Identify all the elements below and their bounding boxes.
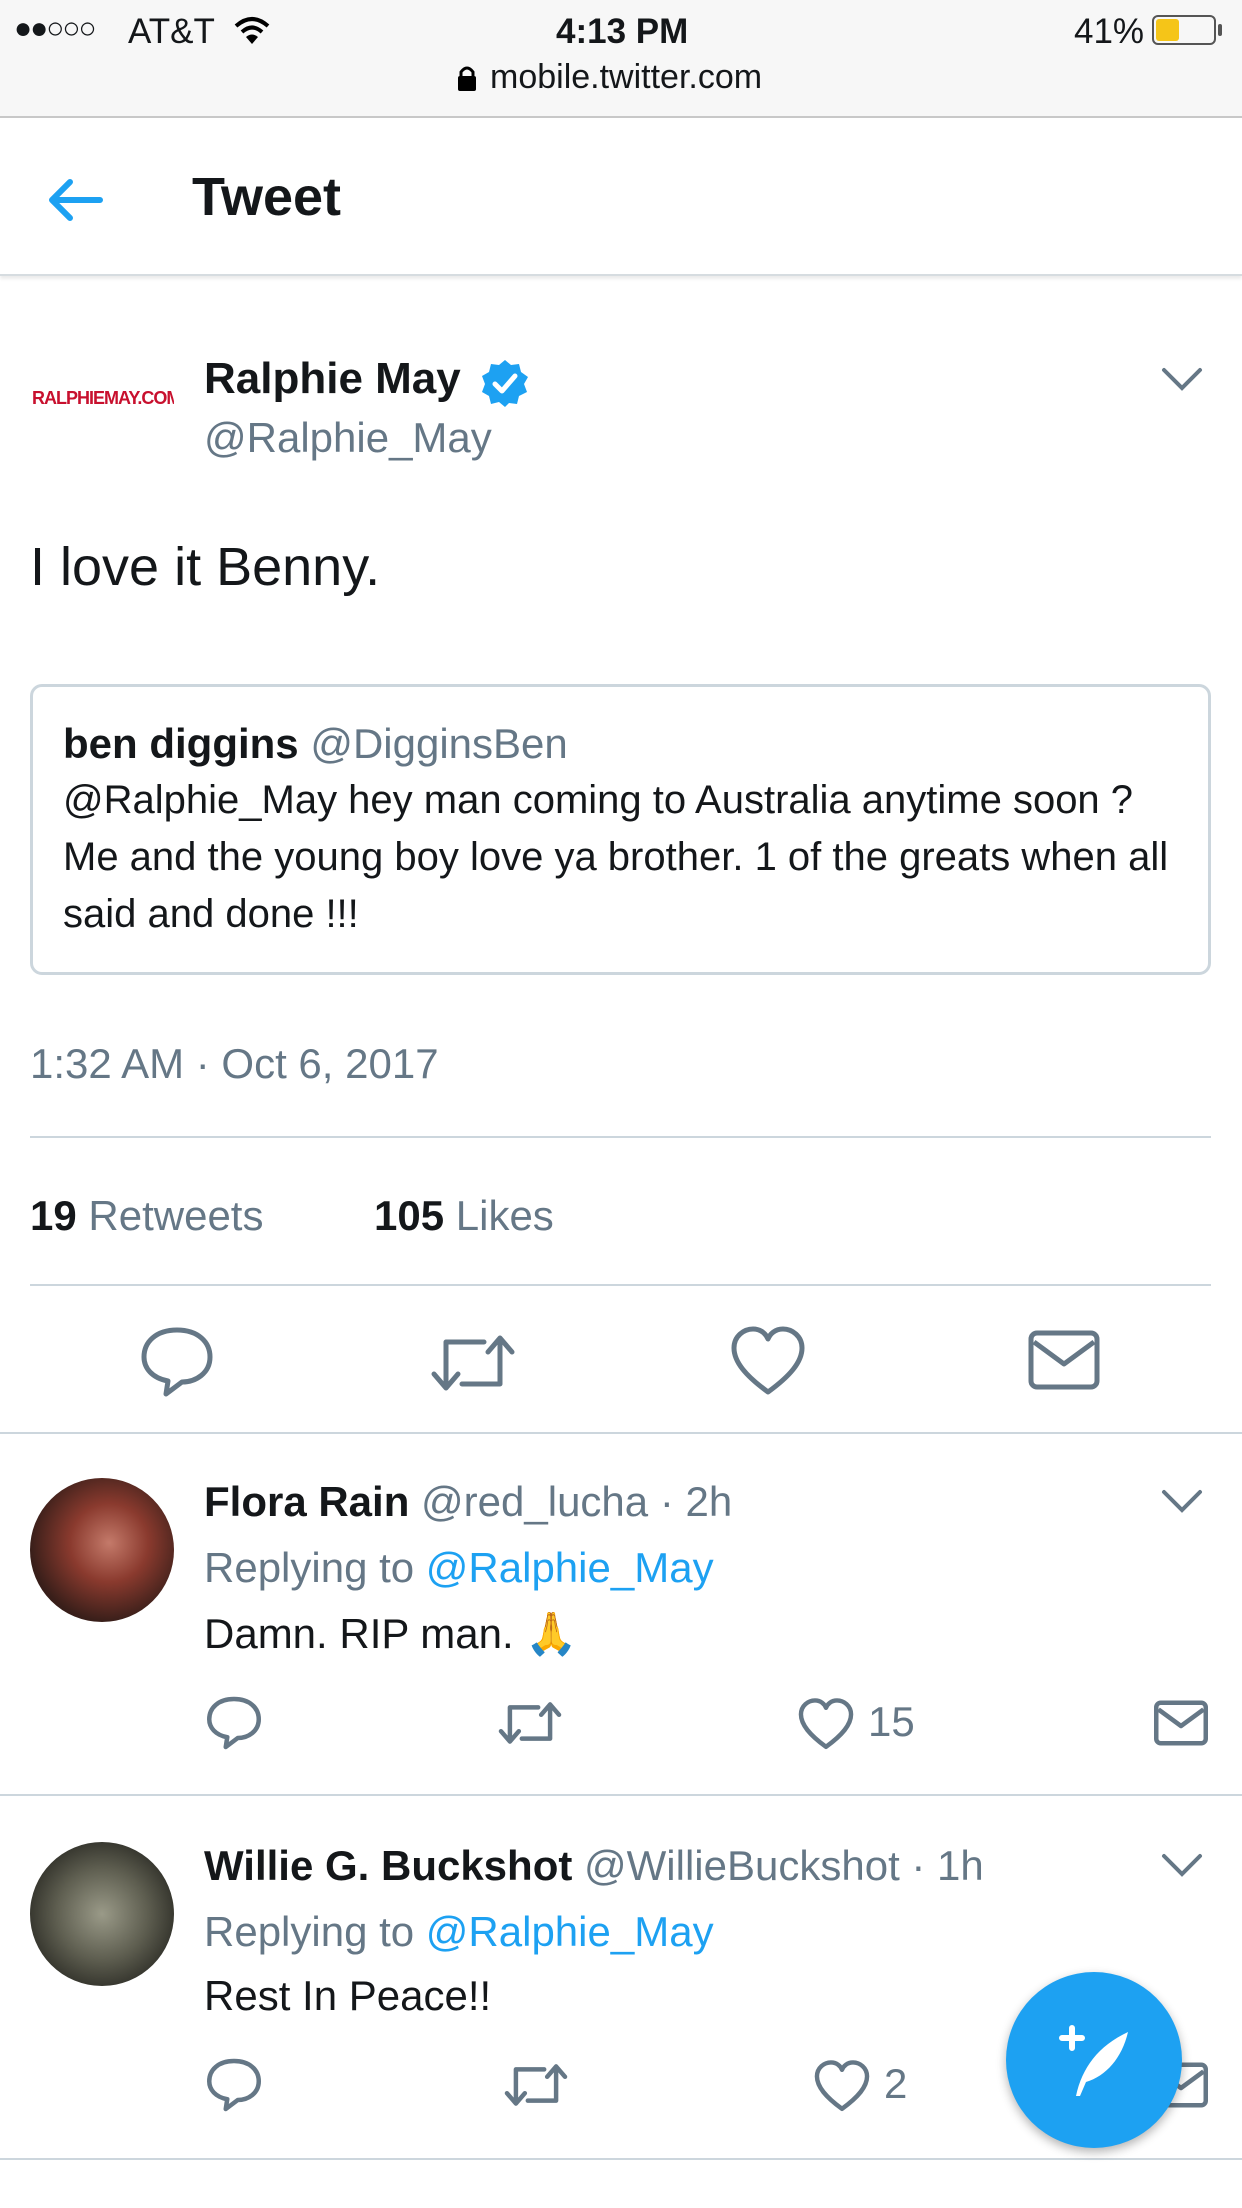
retweet-icon[interactable]	[498, 1698, 562, 1748]
likes-count: 105	[374, 1192, 445, 1239]
divider	[0, 1432, 1242, 1434]
replying-to: Replying to @Ralphie_May	[204, 1544, 714, 1592]
battery-percent: 41%	[1074, 12, 1145, 51]
battery-icon	[1152, 15, 1216, 45]
divider	[0, 2158, 1242, 2160]
compose-tweet-button[interactable]	[1006, 1972, 1182, 2148]
retweets-label: Retweets	[88, 1192, 264, 1239]
quoted-author-name: ben diggins	[63, 720, 299, 767]
retweets-count: 19	[30, 1192, 77, 1239]
reply-header: Willie G. Buckshot @WillieBuckshot · 1h	[204, 1842, 984, 1890]
replying-to-link[interactable]: @Ralphie_May	[426, 1908, 714, 1955]
wifi-icon	[234, 17, 270, 44]
lock-icon	[458, 66, 476, 91]
reply-like-count: 2	[884, 2060, 908, 2107]
tweet-text: I love it Benny.	[30, 537, 381, 597]
direct-message-icon[interactable]	[1028, 1330, 1100, 1390]
author-avatar[interactable]: RALPHIEMAY.COM	[30, 330, 174, 474]
divider	[30, 1284, 1211, 1286]
reply-author-name[interactable]: Willie G. Buckshot	[204, 1842, 572, 1889]
direct-message-icon[interactable]	[1154, 1700, 1208, 1746]
like-heart-icon[interactable]	[798, 1698, 854, 1750]
replying-to-label: Replying to	[204, 1544, 415, 1591]
quoted-author-handle: @DigginsBen	[310, 720, 568, 767]
reply-header: Flora Rain @red_lucha · 2h	[204, 1478, 732, 1526]
like-heart-icon[interactable]	[730, 1326, 806, 1396]
likes-stat[interactable]: 105 Likes	[374, 1192, 554, 1240]
author-name[interactable]: Ralphie May	[204, 354, 461, 404]
retweet-icon[interactable]	[504, 2060, 568, 2110]
chevron-down-icon[interactable]	[1160, 1852, 1204, 1878]
reply-avatar-willie-buckshot[interactable]	[30, 1842, 174, 1986]
carrier: AT&T	[128, 12, 215, 51]
reply-like-count: 15	[868, 1698, 915, 1745]
like-heart-icon[interactable]	[814, 2060, 870, 2112]
battery-tip	[1218, 24, 1222, 36]
likes-label: Likes	[455, 1192, 554, 1239]
chevron-down-icon[interactable]	[1160, 366, 1204, 392]
reply-author-name[interactable]: Flora Rain	[204, 1478, 409, 1525]
reply-text: Rest In Peace!!	[204, 1972, 492, 2019]
verified-badge-icon	[482, 360, 528, 407]
reply-author-handle[interactable]: @WillieBuckshot	[584, 1842, 900, 1889]
reply-icon[interactable]	[206, 2058, 262, 2112]
reply-icon[interactable]	[206, 1696, 262, 1750]
reply-text: Damn. RIP man. 🙏	[204, 1610, 578, 1657]
signal-strength: ●●○○○	[14, 12, 97, 45]
quoted-text: @Ralphie_May hey man coming to Australia…	[63, 778, 1169, 936]
reply-icon[interactable]	[140, 1326, 214, 1398]
replying-to-label: Replying to	[204, 1908, 415, 1955]
url-field[interactable]: mobile.twitter.com	[490, 58, 762, 97]
reply-author-handle[interactable]: @red_lucha	[421, 1478, 648, 1525]
replying-to-link[interactable]: @Ralphie_May	[426, 1544, 714, 1591]
back-arrow-icon[interactable]	[46, 178, 104, 222]
clock: 4:13 PM	[556, 12, 689, 51]
reply-time: · 2h	[659, 1478, 733, 1525]
compose-feather-icon	[1059, 2025, 1128, 2096]
quoted-tweet[interactable]: ben diggins @DigginsBen @Ralphie_May hey…	[30, 684, 1211, 975]
divider	[0, 1794, 1242, 1796]
author-handle[interactable]: @Ralphie_May	[204, 414, 492, 462]
page-header: Tweet	[0, 120, 1242, 276]
chevron-down-icon[interactable]	[1160, 1488, 1204, 1514]
tweet-timestamp: 1:32 AM · Oct 6, 2017	[30, 1040, 439, 1087]
status-bar: ●●○○○ AT&T 4:13 PM 41% mobile.twitter.co…	[0, 0, 1242, 118]
page-title: Tweet	[192, 167, 342, 227]
reply-avatar-flora-rain[interactable]	[30, 1478, 174, 1622]
replying-to: Replying to @Ralphie_May	[204, 1908, 714, 1956]
retweets-stat[interactable]: 19 Retweets	[30, 1192, 263, 1240]
avatar-logo-text: RALPHIEMAY.COM	[32, 388, 174, 408]
divider	[30, 1136, 1211, 1138]
reply-time: · 1h	[911, 1842, 984, 1889]
retweet-icon[interactable]	[430, 1330, 516, 1396]
